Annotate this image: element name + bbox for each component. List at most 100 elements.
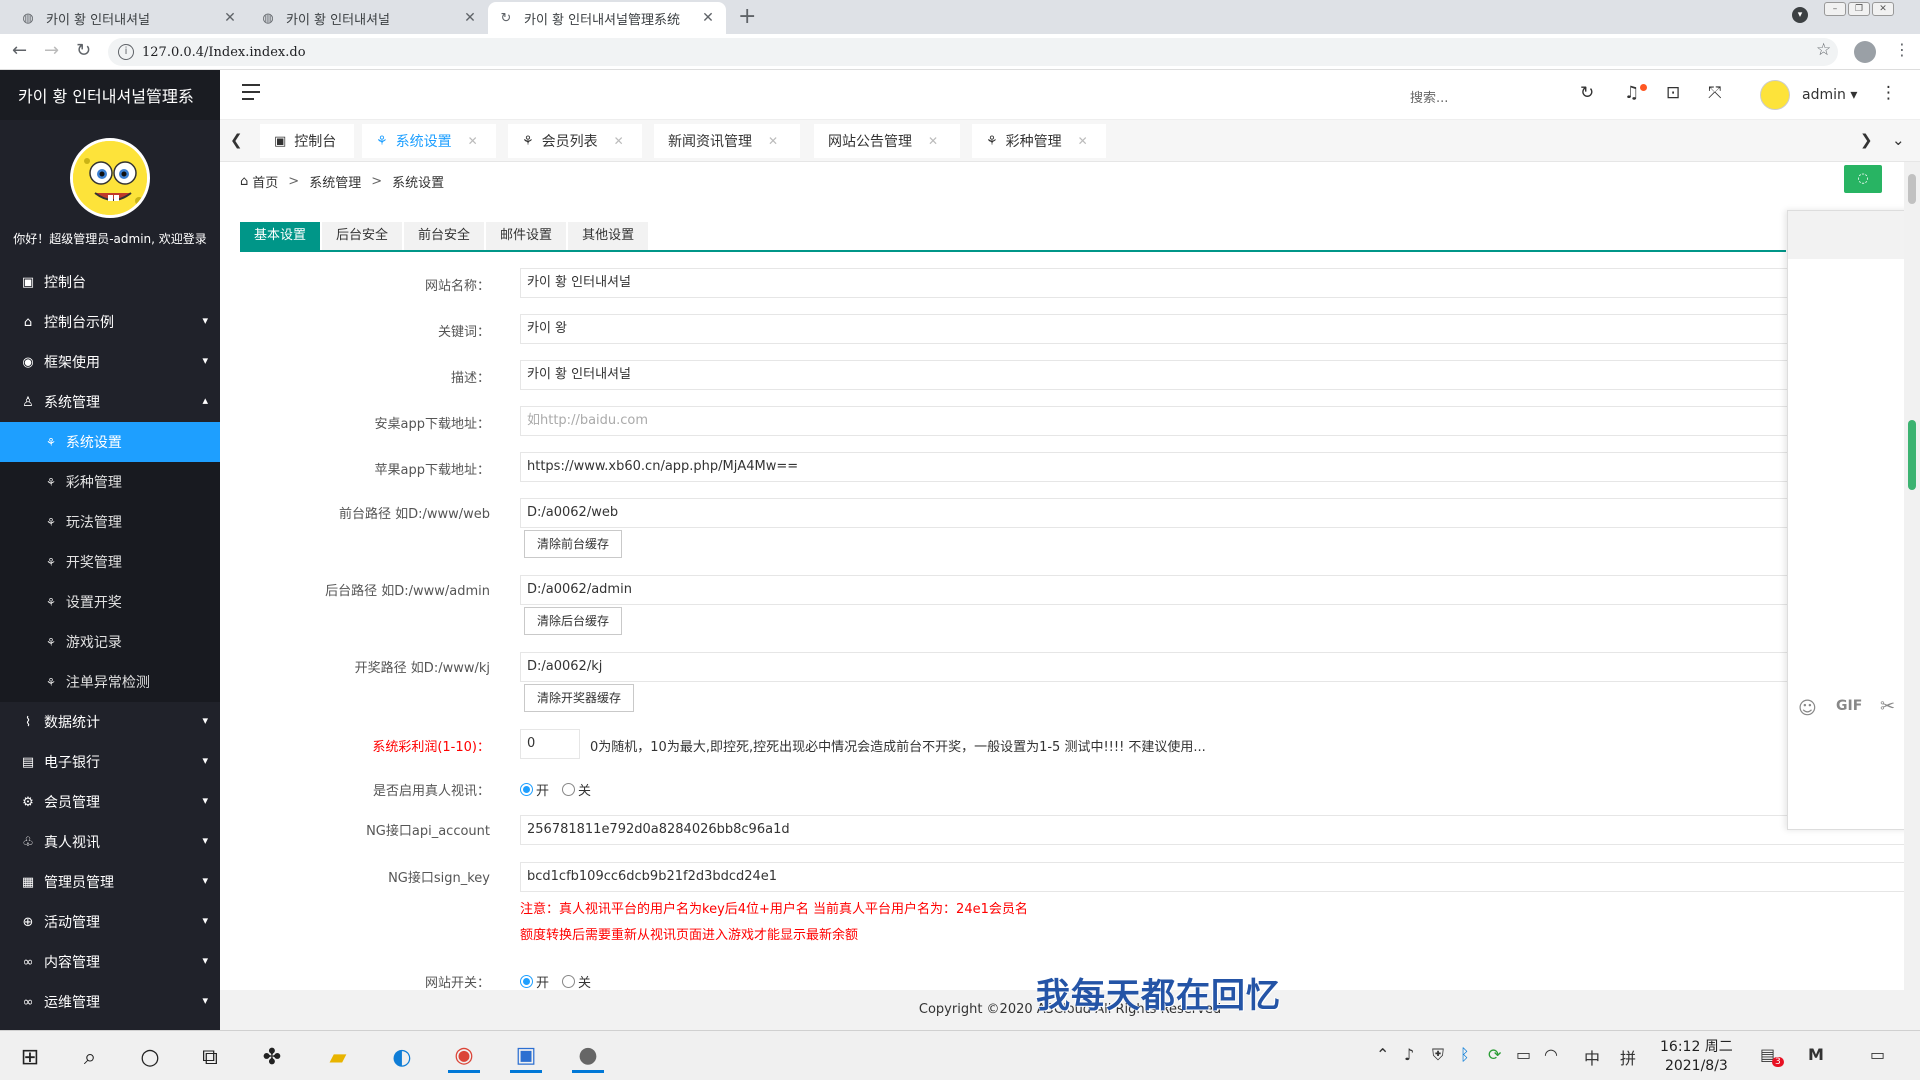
refresh-button[interactable]: ◌ [1844,165,1882,193]
sidebar-sub-draw[interactable]: ⚘ 开奖管理 [0,542,220,582]
address-bar[interactable]: i 127.0.0.4/Index.index.do [108,38,1838,66]
search-icon[interactable]: ⌕ [74,1041,106,1073]
new-tab-button[interactable]: + [738,4,756,29]
breadcrumb-item[interactable]: 首页 [252,172,278,191]
sidebar-item-system[interactable]: ♙ 系统管理 ▴ [0,382,220,422]
tab-member-list[interactable]: ⚘ 会员列表 ✕ [508,124,642,158]
profile-avatar-icon[interactable] [1854,41,1876,63]
search-input[interactable]: 搜索... [1410,87,1448,106]
sidebar-item-members[interactable]: ⚙ 会员管理 ▾ [0,782,220,822]
vertical-scrollbar[interactable] [1904,162,1920,990]
tab-dashboard[interactable]: ▣ 控制台 [260,124,354,158]
reload-icon[interactable]: ↻ [76,40,91,61]
profit-input[interactable]: 0 [520,729,580,759]
ime-mode[interactable]: 拼 [1620,1045,1636,1069]
sidebar-item-admins[interactable]: ▦ 管理员管理 ▾ [0,862,220,902]
sidebar-item-framework[interactable]: ◉ 框架使用 ▾ [0,342,220,382]
sidebar-sub-lottery[interactable]: ⚘ 彩种管理 [0,462,220,502]
sidebar-item-dashboard[interactable]: ▣ 控制台 [0,262,220,302]
front-path-input[interactable]: D:/a0062/web [520,498,1920,528]
chevron-down-icon[interactable]: ⌄ [1892,131,1905,149]
sidebar-sub-play[interactable]: ⚘ 玩法管理 [0,502,220,542]
tab-search-icon[interactable]: ▾ [1792,7,1808,23]
forward-icon[interactable]: → [44,40,59,61]
cortana-icon[interactable]: ○ [134,1041,166,1073]
minimize-icon[interactable]: – [1824,2,1846,16]
breadcrumb-item[interactable]: 系统管理 [309,172,361,191]
wifi-icon[interactable]: ◠ [1544,1045,1558,1064]
sidebar-item-dashboard-demo[interactable]: ⌂ 控制台示例 ▾ [0,302,220,342]
android-url-input[interactable]: 如http://baidu.com [520,406,1920,436]
fullscreen-icon[interactable]: ⤧ [1708,83,1722,103]
browser-tab-3[interactable]: ↻ 카이 황 인터내셔널管理系统 ✕ [488,2,726,34]
browser-tab-1[interactable]: ◍ 카이 황 인터내셔널 ✕ [10,2,248,34]
live-video-on-radio[interactable]: 开 [520,780,549,799]
ng-key-input[interactable]: bcd1cfb109cc6dcb9b21f2d3bdcd24e1 [520,862,1920,892]
bookmark-star-icon[interactable]: ☆ [1816,40,1831,60]
close-icon[interactable]: ✕ [1078,134,1088,148]
tab-lottery[interactable]: ⚘ 彩种管理 ✕ [972,124,1106,158]
file-explorer-icon[interactable]: ▰ [322,1041,354,1073]
app-tray-m-icon[interactable]: M [1808,1045,1824,1064]
back-path-input[interactable]: D:/a0062/admin [520,575,1920,605]
tab-other-settings[interactable]: 其他设置 [568,222,649,250]
taskbar-clock[interactable]: 16:12 周二 2021/8/3 [1660,1038,1733,1076]
lock-icon[interactable]: ⊡ [1666,83,1680,103]
user-menu[interactable]: admin ▾ [1802,87,1857,103]
sidebar-item-activities[interactable]: ⊕ 活动管理 ▾ [0,902,220,942]
close-icon[interactable]: ✕ [614,134,624,148]
sidebar-sub-game-records[interactable]: ⚘ 游戏记录 [0,622,220,662]
close-icon[interactable]: ✕ [768,134,778,148]
info-icon[interactable]: i [118,44,134,60]
remote-desktop-icon[interactable]: ▣ [510,1041,542,1073]
restore-icon[interactable]: ❐ [1848,2,1870,16]
edge-icon[interactable]: ◐ [386,1041,418,1073]
task-view-icon[interactable]: ⧉ [194,1041,226,1073]
close-icon[interactable]: ✕ [462,10,478,26]
kj-path-input[interactable]: D:/a0062/kj [520,652,1920,682]
refresh-icon[interactable]: ↻ [1580,83,1594,103]
chevron-right-icon[interactable]: ❯ [1860,131,1873,149]
site-switch-on-radio[interactable]: 开 [520,972,549,991]
sidebar-sub-system-settings[interactable]: ⚘ 系统设置 [0,422,220,462]
site-switch-off-radio[interactable]: 关 [562,972,591,991]
clear-back-cache-button[interactable]: 清除后台缓存 [524,607,623,635]
sidebar-item-content[interactable]: ∞ 内容管理 ▾ [0,942,220,982]
gif-icon[interactable]: GIF [1836,698,1862,714]
bell-icon[interactable]: ♫ [1624,83,1639,103]
sidebar-sub-set-draw[interactable]: ⚘ 设置开奖 [0,582,220,622]
sidebar-sub-bet-anomaly[interactable]: ⚘ 注单异常检测 [0,662,220,702]
tab-news[interactable]: 新闻资讯管理 ✕ [654,124,800,158]
chrome-icon[interactable]: ◉ [448,1041,480,1073]
sidebar-item-live-video[interactable]: ♧ 真人视讯 ▾ [0,822,220,862]
side-scroll-indicator[interactable] [1908,420,1916,490]
browser-menu-icon[interactable]: ⋮ [1894,40,1910,59]
sidebar-item-ebank[interactable]: ▤ 电子银行 ▾ [0,742,220,782]
close-icon[interactable]: ✕ [928,134,938,148]
site-name-input[interactable]: 카이 황 인터내셔널 [520,268,1920,298]
tab-notices[interactable]: 网站公告管理 ✕ [814,124,960,158]
menu-toggle-icon[interactable] [242,84,260,105]
shield-icon[interactable]: ⛨ [1432,1045,1444,1065]
emoji-icon[interactable]: ☺ [1798,698,1817,719]
sidebar-item-statistics[interactable]: ⌇ 数据统计 ▾ [0,702,220,742]
update-icon[interactable]: ⟳ [1488,1045,1501,1064]
app-icon[interactable]: ✤ [256,1041,288,1073]
close-icon[interactable]: ✕ [222,10,238,26]
action-center-icon[interactable]: ▭ [1870,1045,1885,1064]
clear-kj-cache-button[interactable]: 清除开奖器缓存 [524,684,635,712]
scissors-icon[interactable]: ✂ [1880,696,1895,717]
tab-frontend-security[interactable]: 前台安全 [404,222,485,250]
battery-icon[interactable]: ▭ [1516,1045,1531,1064]
keywords-input[interactable]: 카이 왕 [520,314,1920,344]
notification-bell-icon[interactable]: ♪ [1404,1045,1414,1064]
ime-lang[interactable]: 中 [1584,1045,1600,1069]
scrollbar-thumb[interactable] [1908,174,1916,204]
avatar[interactable] [1760,80,1790,110]
tab-basic-settings[interactable]: 基本设置 [240,222,321,250]
description-input[interactable]: 카이 황 인터내셔널 [520,360,1920,390]
ng-account-input[interactable]: 256781811e792d0a8284026bb8c96a1d [520,815,1920,845]
tab-mail-settings[interactable]: 邮件设置 [486,222,567,250]
bluetooth-icon[interactable]: ᛒ [1460,1045,1470,1064]
browser-tab-2[interactable]: ◍ 카이 황 인터내셔널 ✕ [250,2,488,34]
